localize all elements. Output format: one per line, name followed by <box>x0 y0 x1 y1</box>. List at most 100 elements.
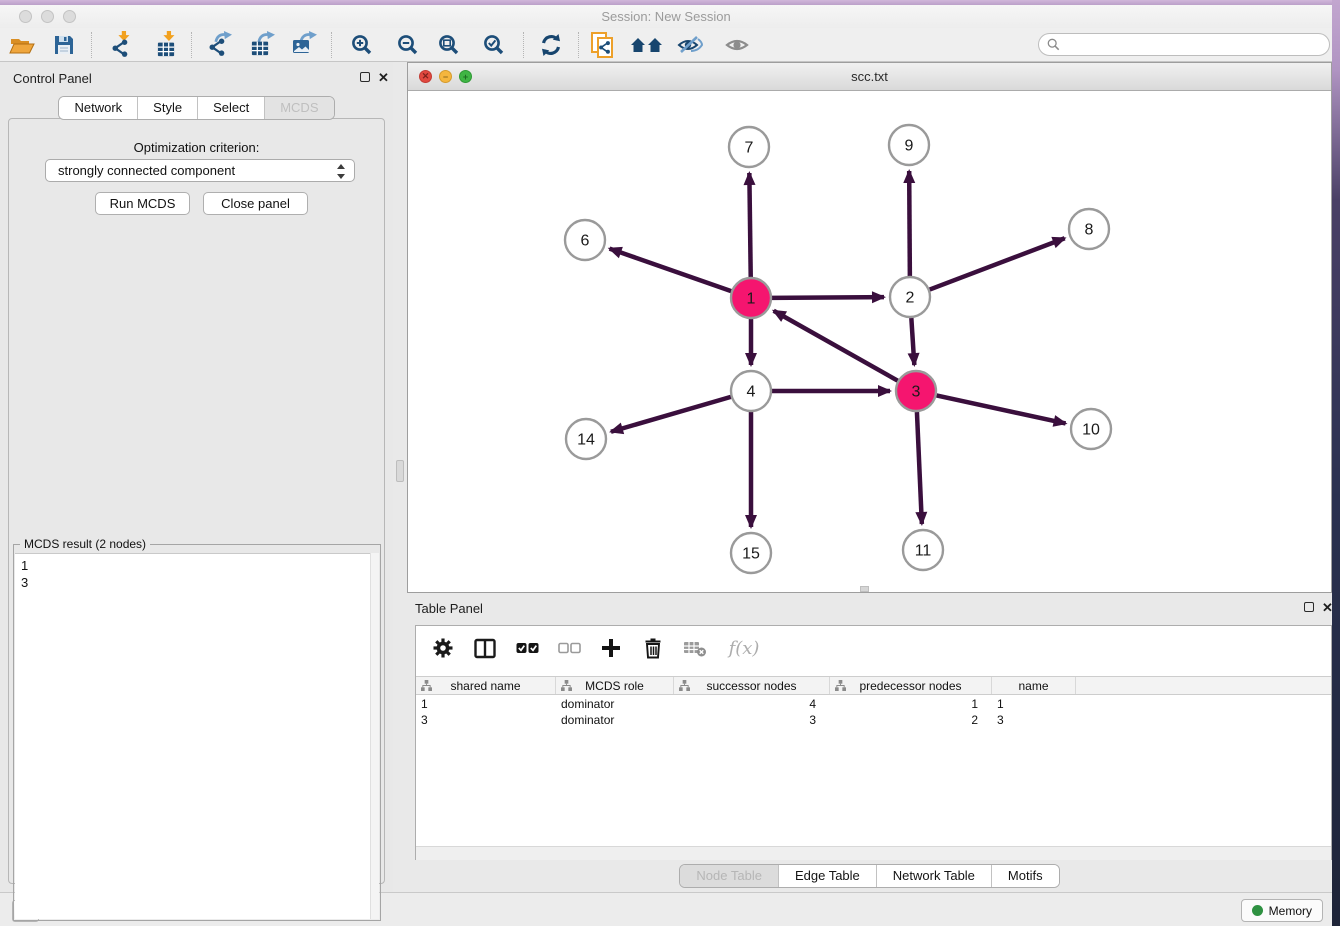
table-cell[interactable]: 1 <box>992 697 1076 711</box>
run-mcds-button[interactable]: Run MCDS <box>95 192 190 215</box>
graph-edge-3-11[interactable] <box>917 412 922 524</box>
refresh-style-button[interactable] <box>536 31 566 59</box>
zoom-out-button[interactable] <box>393 31 423 59</box>
graph-node-11[interactable]: 11 <box>903 530 943 570</box>
close-panel-icon[interactable]: ✕ <box>378 72 389 83</box>
delete-column-button[interactable] <box>640 635 666 661</box>
float-panel-icon[interactable] <box>360 72 370 82</box>
table-row[interactable]: 1dominator411 <box>416 696 1331 712</box>
graph-edge-2-9[interactable] <box>909 171 910 276</box>
zoom-fit-button[interactable] <box>434 31 464 59</box>
graph-edge-2-8[interactable] <box>930 238 1065 289</box>
home-layout-button[interactable] <box>630 31 668 59</box>
table-body: 1dominator4113dominator323 <box>416 696 1331 728</box>
column-header-shared-name[interactable]: shared name <box>416 677 556 694</box>
zoom-in-button[interactable] <box>347 31 377 59</box>
import-table-button[interactable] <box>152 31 182 59</box>
optimization-criterion-label: Optimization criterion: <box>9 140 384 155</box>
export-network-button[interactable] <box>205 31 235 59</box>
tab-network[interactable]: Network <box>59 97 138 119</box>
save-session-button[interactable] <box>49 31 79 59</box>
graph-node-4[interactable]: 4 <box>731 371 771 411</box>
select-all-button[interactable] <box>514 635 540 661</box>
tab-edge-table[interactable]: Edge Table <box>779 865 877 887</box>
table-cell[interactable]: 3 <box>674 713 830 727</box>
network-canvas[interactable]: 1 2 3 4 6 7 8 9 10 11 14 15 <box>408 91 1331 592</box>
canvas-resize-handle[interactable] <box>860 586 869 592</box>
export-image-button[interactable] <box>290 31 320 59</box>
zoom-selected-button[interactable] <box>479 31 509 59</box>
mcds-result-title: MCDS result (2 nodes) <box>20 537 150 551</box>
table-cell[interactable]: 3 <box>416 713 556 727</box>
graph-edge-1-6[interactable] <box>610 249 732 291</box>
mcds-result-text[interactable]: 13 <box>15 553 379 919</box>
vertical-splitter[interactable] <box>393 62 407 892</box>
tab-network-table[interactable]: Network Table <box>877 865 992 887</box>
graph-edge-4-14[interactable] <box>611 397 731 432</box>
graph-node-14[interactable]: 14 <box>566 419 606 459</box>
criterion-dropdown[interactable]: strongly connected component <box>45 159 355 182</box>
search-input[interactable] <box>1065 38 1329 52</box>
hide-details-button[interactable] <box>675 31 705 59</box>
graph-node-10[interactable]: 10 <box>1071 409 1111 449</box>
function-builder-button[interactable]: f(x) <box>724 635 764 661</box>
eye-slash-icon <box>677 35 703 55</box>
window-title: Session: New Session <box>0 9 1332 24</box>
graph-node-2[interactable]: 2 <box>890 277 930 317</box>
delete-table-button[interactable] <box>682 635 708 661</box>
column-header-predecessor-nodes[interactable]: predecessor nodes <box>830 677 992 694</box>
graph-node-3[interactable]: 3 <box>896 371 936 411</box>
tab-mcds[interactable]: MCDS <box>265 97 333 119</box>
svg-text:15: 15 <box>742 546 760 563</box>
table-settings-button[interactable] <box>430 635 456 661</box>
splitter-handle[interactable] <box>396 460 404 482</box>
column-header-name[interactable]: name <box>992 677 1076 694</box>
table-cell[interactable]: 1 <box>416 697 556 711</box>
table-horizontal-scrollbar[interactable] <box>416 846 1331 860</box>
toolbar-separator <box>523 32 524 58</box>
import-network-button[interactable] <box>107 31 137 59</box>
add-column-button[interactable] <box>598 635 624 661</box>
deselect-all-button[interactable] <box>556 635 582 661</box>
table-cell[interactable]: 3 <box>992 713 1076 727</box>
mcds-result-group: MCDS result (2 nodes) 13 <box>13 544 381 921</box>
tab-select[interactable]: Select <box>198 97 265 119</box>
svg-text:14: 14 <box>577 432 595 449</box>
graph-node-7[interactable]: 7 <box>729 127 769 167</box>
network-graph[interactable]: 1 2 3 4 6 7 8 9 10 11 14 15 <box>408 91 1331 592</box>
network-files-button[interactable] <box>588 31 618 59</box>
graph-node-9[interactable]: 9 <box>889 125 929 165</box>
network-window-titlebar[interactable]: ✕ − + scc.txt <box>408 63 1331 91</box>
split-view-button[interactable] <box>472 635 498 661</box>
graph-edge-3-10[interactable] <box>937 395 1066 423</box>
graph-node-1[interactable]: 1 <box>731 278 771 318</box>
memory-button[interactable]: Memory <box>1241 899 1323 922</box>
open-session-button[interactable] <box>7 31 37 59</box>
table-cell[interactable]: 4 <box>674 697 830 711</box>
tab-style[interactable]: Style <box>138 97 198 119</box>
table-row[interactable]: 3dominator323 <box>416 712 1331 728</box>
float-table-panel-icon[interactable] <box>1304 602 1314 612</box>
table-cell[interactable]: dominator <box>556 713 674 727</box>
result-scrollbar[interactable] <box>370 553 379 919</box>
graph-edge-1-2[interactable] <box>772 297 884 298</box>
column-header-successor-nodes[interactable]: successor nodes <box>674 677 830 694</box>
table-panel: Table Panel ✕ <box>407 593 1332 892</box>
graph-edge-3-1[interactable] <box>774 311 898 381</box>
table-cell[interactable]: 2 <box>830 713 992 727</box>
tab-node-table[interactable]: Node Table <box>680 865 779 887</box>
export-network-icon <box>206 31 234 59</box>
search-field[interactable] <box>1038 33 1330 56</box>
table-cell[interactable]: 1 <box>830 697 992 711</box>
column-header-MCDS-role[interactable]: MCDS role <box>556 677 674 694</box>
tab-motifs[interactable]: Motifs <box>992 865 1059 887</box>
graph-edge-2-3[interactable] <box>911 318 914 365</box>
graph-node-15[interactable]: 15 <box>731 533 771 573</box>
graph-node-6[interactable]: 6 <box>565 220 605 260</box>
graph-node-8[interactable]: 8 <box>1069 209 1109 249</box>
table-cell[interactable]: dominator <box>556 697 674 711</box>
graph-edge-1-7[interactable] <box>749 173 750 277</box>
close-panel-button[interactable]: Close panel <box>203 192 308 215</box>
export-table-button[interactable] <box>248 31 278 59</box>
show-details-button[interactable] <box>722 31 752 59</box>
